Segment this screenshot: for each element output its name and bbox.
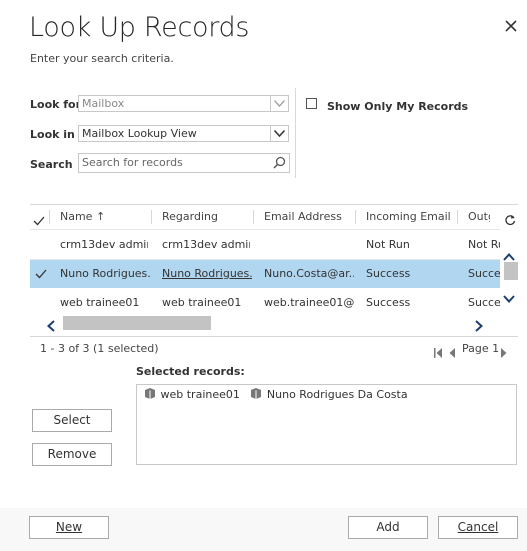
column-header-email[interactable]: Email Address <box>264 205 342 229</box>
dropdown-arrow-icon[interactable] <box>270 126 288 141</box>
selected-record-item[interactable]: web trainee01 <box>161 388 240 401</box>
cell-incoming: Success <box>366 267 411 280</box>
prev-page-icon[interactable] <box>449 343 456 362</box>
grid-bottom-border <box>30 336 518 337</box>
search-placeholder: Search for records <box>82 156 183 169</box>
selected-records-label: Selected records: <box>136 365 245 378</box>
horizontal-scroll-thumb[interactable] <box>63 316 211 330</box>
column-header-outgoing[interactable]: Outg <box>468 205 490 229</box>
look-for-dropdown[interactable]: Mailbox <box>78 95 289 112</box>
cell-regarding-link[interactable]: Nuno Rodrigues... <box>162 260 252 288</box>
cell-regarding: crm13dev admin <box>162 238 250 251</box>
look-for-value: Mailbox <box>82 97 125 110</box>
selected-record-item[interactable]: Nuno Rodrigues Da Costa <box>267 388 408 401</box>
cell-name: crm13dev admin <box>60 238 148 251</box>
check-icon[interactable] <box>35 269 47 281</box>
select-button[interactable]: Select <box>32 409 112 432</box>
column-header-incoming[interactable]: Incoming Email... <box>366 205 450 229</box>
close-icon[interactable] <box>503 18 519 36</box>
show-only-mine-checkbox[interactable] <box>306 98 317 109</box>
add-button[interactable]: Add <box>348 516 428 539</box>
table-row[interactable]: crm13dev admin crm13dev admin Not Run No… <box>30 231 500 259</box>
column-divider <box>253 210 254 224</box>
refresh-icon[interactable] <box>504 211 516 230</box>
cancel-button-label: Cancel <box>457 520 499 534</box>
scroll-left-icon[interactable] <box>47 317 55 336</box>
cell-outgoing: Not Ru <box>468 238 500 251</box>
cancel-button[interactable]: Cancel <box>438 516 518 539</box>
new-button[interactable]: New <box>29 516 109 539</box>
column-header-name[interactable]: Name ↑ <box>60 205 105 229</box>
selected-records-box[interactable]: web trainee01 Nuno Rodrigues Da Costa <box>136 384 517 465</box>
search-icon[interactable] <box>273 156 286 174</box>
scroll-right-icon[interactable] <box>475 317 483 336</box>
scroll-down-icon[interactable] <box>503 288 515 307</box>
cell-email: Nuno.Costa@ar... <box>264 267 354 280</box>
next-page-icon[interactable] <box>500 343 507 362</box>
column-divider <box>355 210 356 224</box>
look-for-label: Look for <box>30 98 82 111</box>
column-divider <box>49 210 50 224</box>
vertical-scrollbar[interactable] <box>500 230 518 303</box>
vertical-scroll-thumb[interactable] <box>504 262 518 280</box>
check-icon[interactable] <box>33 211 45 230</box>
look-in-dropdown[interactable]: Mailbox Lookup View <box>78 125 289 142</box>
dialog-title: Look Up Records <box>29 12 250 43</box>
dropdown-arrow-icon[interactable] <box>270 96 288 111</box>
dialog-subtitle: Enter your search criteria. <box>30 52 174 65</box>
look-in-value: Mailbox Lookup View <box>82 127 197 140</box>
first-page-icon[interactable] <box>434 343 443 362</box>
table-row-selected[interactable]: Nuno Rodrigues... Nuno Rodrigues... Nuno… <box>30 260 500 288</box>
remove-button[interactable]: Remove <box>32 443 112 466</box>
cell-outgoing: Succes <box>468 267 500 280</box>
record-icon <box>143 387 157 403</box>
cell-incoming: Not Run <box>366 238 410 251</box>
page-label: Page 1 <box>462 342 500 355</box>
search-label: Search <box>30 158 73 171</box>
grid-status: 1 - 3 of 3 (1 selected) <box>40 342 159 355</box>
show-only-mine-label: Show Only My Records <box>327 100 469 113</box>
column-divider <box>151 210 152 224</box>
criteria-divider <box>295 88 296 178</box>
cell-name: Nuno Rodrigues... <box>60 267 152 280</box>
grid-header-border <box>30 229 500 230</box>
column-divider <box>457 210 458 224</box>
look-in-label: Look in <box>30 128 75 141</box>
column-header-regarding[interactable]: Regarding <box>162 205 218 229</box>
new-button-label: New <box>55 520 83 534</box>
search-input[interactable]: Search for records <box>78 153 290 173</box>
record-icon <box>249 387 263 403</box>
